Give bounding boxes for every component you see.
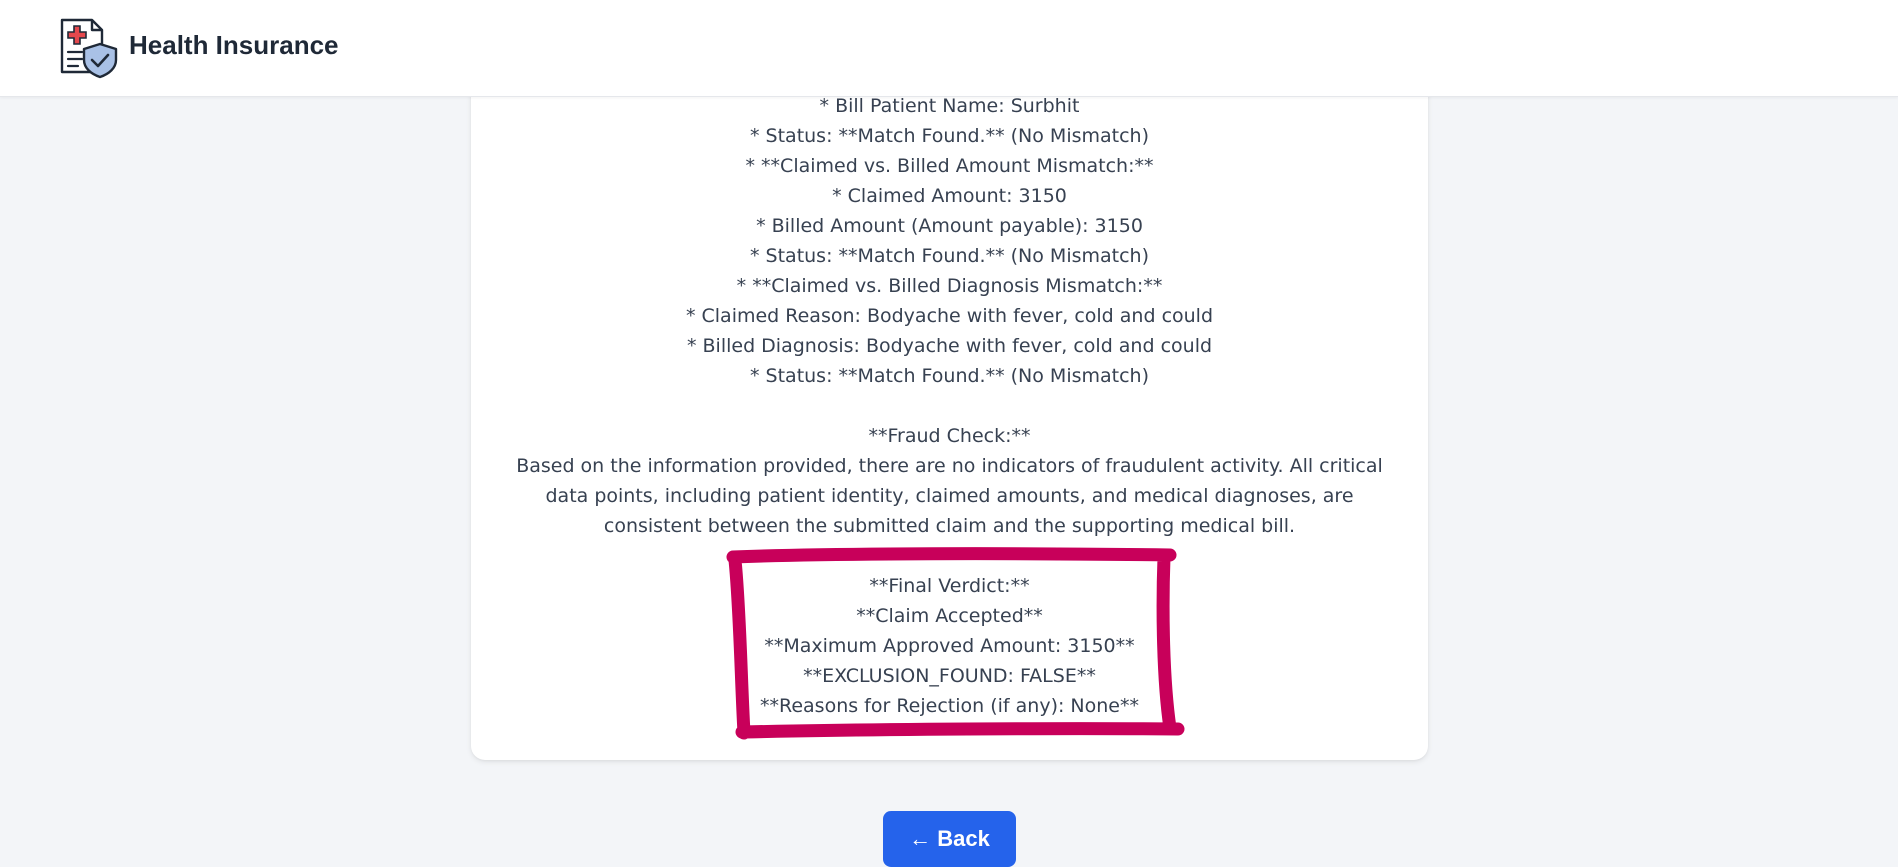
- app-header: Health Insurance: [0, 0, 1898, 97]
- verdict-heading: **Final Verdict:**: [869, 575, 1030, 597]
- fraud-check-section: **Fraud Check:** Based on the informatio…: [471, 421, 1428, 541]
- final-verdict-section: **Final Verdict:** **Claim Accepted** **…: [471, 571, 1428, 721]
- detail-line: * Claimed Reason: Bodyache with fever, c…: [685, 305, 1214, 327]
- claim-details: * Bill Patient Name: Surbhit * Status: *…: [471, 91, 1428, 391]
- verdict-exclusion: **EXCLUSION_FOUND: FALSE**: [803, 665, 1096, 687]
- insurance-document-shield-icon: [60, 18, 118, 79]
- detail-line: * **Claimed vs. Billed Amount Mismatch:*…: [745, 155, 1154, 177]
- detail-line: * **Claimed vs. Billed Diagnosis Mismatc…: [736, 275, 1163, 297]
- detail-line: * Billed Amount (Amount payable): 3150: [756, 215, 1143, 237]
- verdict-max-amount: **Maximum Approved Amount: 3150**: [764, 635, 1135, 657]
- detail-line: * Billed Diagnosis: Bodyache with fever,…: [686, 335, 1213, 357]
- verdict-decision: **Claim Accepted**: [856, 605, 1043, 627]
- detail-line: * Status: **Match Found.** (No Mismatch): [750, 365, 1149, 387]
- verdict-rejection-reasons: **Reasons for Rejection (if any): None**: [759, 695, 1139, 717]
- fraud-check-text: Based on the information provided, there…: [516, 455, 1383, 537]
- fraud-check-heading: **Fraud Check:**: [868, 425, 1031, 447]
- detail-line: * Claimed Amount: 3150: [832, 185, 1067, 207]
- detail-line: * Status: **Match Found.** (No Mismatch): [750, 245, 1149, 267]
- back-button[interactable]: ← Back: [883, 811, 1016, 867]
- detail-line: * Status: **Match Found.** (No Mismatch): [750, 125, 1149, 147]
- app-title: Health Insurance: [129, 30, 339, 60]
